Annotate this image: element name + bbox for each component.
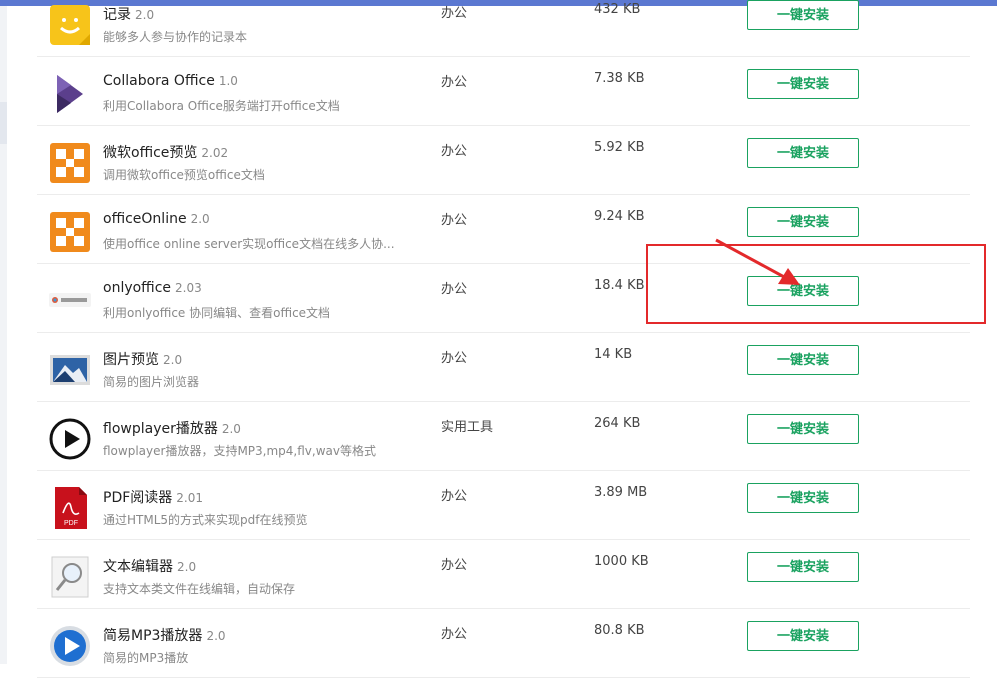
app-name: 微软office预览 — [103, 145, 198, 161]
office-logo-icon — [49, 142, 91, 184]
app-size: 80.8 KB — [594, 623, 645, 638]
app-name-line: 简易MP3播放器 2.0 — [103, 625, 226, 645]
app-size: 3.89 MB — [594, 485, 648, 500]
app-version: 2.0 — [135, 8, 155, 22]
app-size: 5.92 KB — [594, 140, 645, 155]
app-name-line: flowplayer播放器 2.0 — [103, 418, 241, 438]
install-button[interactable]: 一键安装 — [747, 138, 859, 168]
app-size: 7.38 KB — [594, 71, 645, 86]
app-category: 办公 — [441, 6, 468, 21]
app-category: 办公 — [441, 558, 468, 573]
svg-text:PDF: PDF — [64, 520, 78, 527]
app-version: 2.0 — [177, 560, 197, 574]
app-version: 2.0 — [163, 353, 183, 367]
pdf-file-icon: PDF — [49, 487, 91, 529]
app-row-ms-office-preview: 微软office预览 2.02 调用微软office预览office文档 办公 5… — [37, 126, 970, 195]
app-size: 14 KB — [594, 347, 633, 362]
app-row-record: 记录 2.0 能够多人参与协作的记录本 办公 432 KB 一键安装 — [37, 0, 970, 57]
app-name: 简易MP3播放器 — [103, 628, 203, 644]
notepad-smile-icon — [49, 4, 91, 46]
app-category: 办公 — [441, 351, 468, 366]
app-name-line: 微软office预览 2.02 — [103, 142, 228, 162]
app-description: 使用office online server实现office文档在线多人协... — [103, 237, 395, 251]
install-button[interactable]: 一键安装 — [747, 552, 859, 582]
app-version: 2.03 — [175, 281, 202, 295]
app-description: 利用Collabora Office服务端打开office文档 — [103, 99, 340, 113]
install-button[interactable]: 一键安装 — [747, 483, 859, 513]
app-category: 实用工具 — [441, 420, 494, 435]
app-version: 2.0 — [221, 422, 241, 436]
app-size: 1000 KB — [594, 554, 649, 569]
app-description: 通过HTML5的方式来实现pdf在线预览 — [103, 513, 308, 527]
app-size: 432 KB — [594, 2, 641, 17]
image-mountain-icon — [49, 349, 91, 391]
app-name-line: onlyoffice 2.03 — [103, 280, 202, 296]
install-button[interactable]: 一键安装 — [747, 0, 859, 30]
app-name-line: 文本编辑器 2.0 — [103, 556, 196, 576]
app-size: 9.24 KB — [594, 209, 645, 224]
install-button[interactable]: 一键安装 — [747, 207, 859, 237]
office-logo-icon — [49, 211, 91, 253]
app-description: 简易的图片浏览器 — [103, 375, 200, 389]
app-size: 264 KB — [594, 416, 641, 431]
app-name-line: Collabora Office 1.0 — [103, 73, 238, 89]
app-list: 记录 2.0 能够多人参与协作的记录本 办公 432 KB 一键安装 Collab… — [37, 0, 970, 678]
annotation-highlight-box — [646, 244, 986, 324]
app-row-text-editor: 文本编辑器 2.0 支持文本类文件在线编辑，自动保存 办公 1000 KB 一键安… — [37, 540, 970, 609]
app-name: 记录 — [103, 7, 131, 23]
app-version: 2.02 — [201, 146, 229, 160]
app-version: 2.0 — [190, 212, 210, 226]
install-button[interactable]: 一键安装 — [747, 621, 859, 651]
app-name-line: officeOnline 2.0 — [103, 211, 210, 227]
app-description: 支持文本类文件在线编辑，自动保存 — [103, 582, 296, 596]
play-circle-icon — [49, 418, 91, 460]
app-name: flowplayer播放器 — [103, 421, 218, 437]
app-version: 1.0 — [218, 74, 238, 88]
install-button[interactable]: 一键安装 — [747, 345, 859, 375]
install-button[interactable]: 一键安装 — [747, 414, 859, 444]
app-name-line: 图片预览 2.0 — [103, 349, 182, 369]
app-size: 18.4 KB — [594, 278, 645, 293]
app-name: officeOnline — [103, 211, 187, 227]
app-category: 办公 — [441, 75, 468, 90]
blue-play-button-icon — [49, 625, 91, 667]
app-description: 简易的MP3播放 — [103, 651, 189, 665]
magnifier-doc-icon — [49, 556, 91, 598]
app-row-collabora: Collabora Office 1.0 利用Collabora Office服务… — [37, 57, 970, 126]
install-button[interactable]: 一键安装 — [747, 69, 859, 99]
app-row-image-preview: 图片预览 2.0 简易的图片浏览器 办公 14 KB 一键安装 — [37, 333, 970, 402]
app-category: 办公 — [441, 627, 468, 642]
app-name: onlyoffice — [103, 280, 172, 296]
app-name-line: PDF阅读器 2.01 — [103, 487, 203, 507]
app-description: 调用微软office预览office文档 — [103, 168, 265, 182]
app-description: 利用onlyoffice 协同编辑、查看office文档 — [103, 306, 331, 320]
app-row-flowplayer: flowplayer播放器 2.0 flowplayer播放器，支持MP3,mp4… — [37, 402, 970, 471]
app-row-pdf-reader: PDF PDF阅读器 2.01 通过HTML5的方式来实现pdf在线预览 办公 3… — [37, 471, 970, 540]
app-name-line: 记录 2.0 — [103, 4, 154, 24]
app-category: 办公 — [441, 213, 468, 228]
app-description: flowplayer播放器，支持MP3,mp4,flv,wav等格式 — [103, 444, 376, 458]
app-name: PDF阅读器 — [103, 490, 173, 506]
app-version: 2.01 — [176, 491, 203, 505]
app-name: 图片预览 — [103, 352, 159, 368]
app-version: 2.0 — [206, 629, 226, 643]
app-row-mp3-player: 简易MP3播放器 2.0 简易的MP3播放 办公 80.8 KB 一键安装 — [37, 609, 970, 678]
sidebar-selected-mark — [0, 102, 7, 144]
app-name: 文本编辑器 — [103, 559, 173, 575]
onlyoffice-logo-icon — [49, 280, 91, 322]
app-category: 办公 — [441, 282, 468, 297]
app-description: 能够多人参与协作的记录本 — [103, 30, 248, 44]
collabora-logo-icon — [49, 73, 91, 115]
app-name: Collabora Office — [103, 73, 215, 89]
app-category: 办公 — [441, 144, 468, 159]
app-category: 办公 — [441, 489, 468, 504]
